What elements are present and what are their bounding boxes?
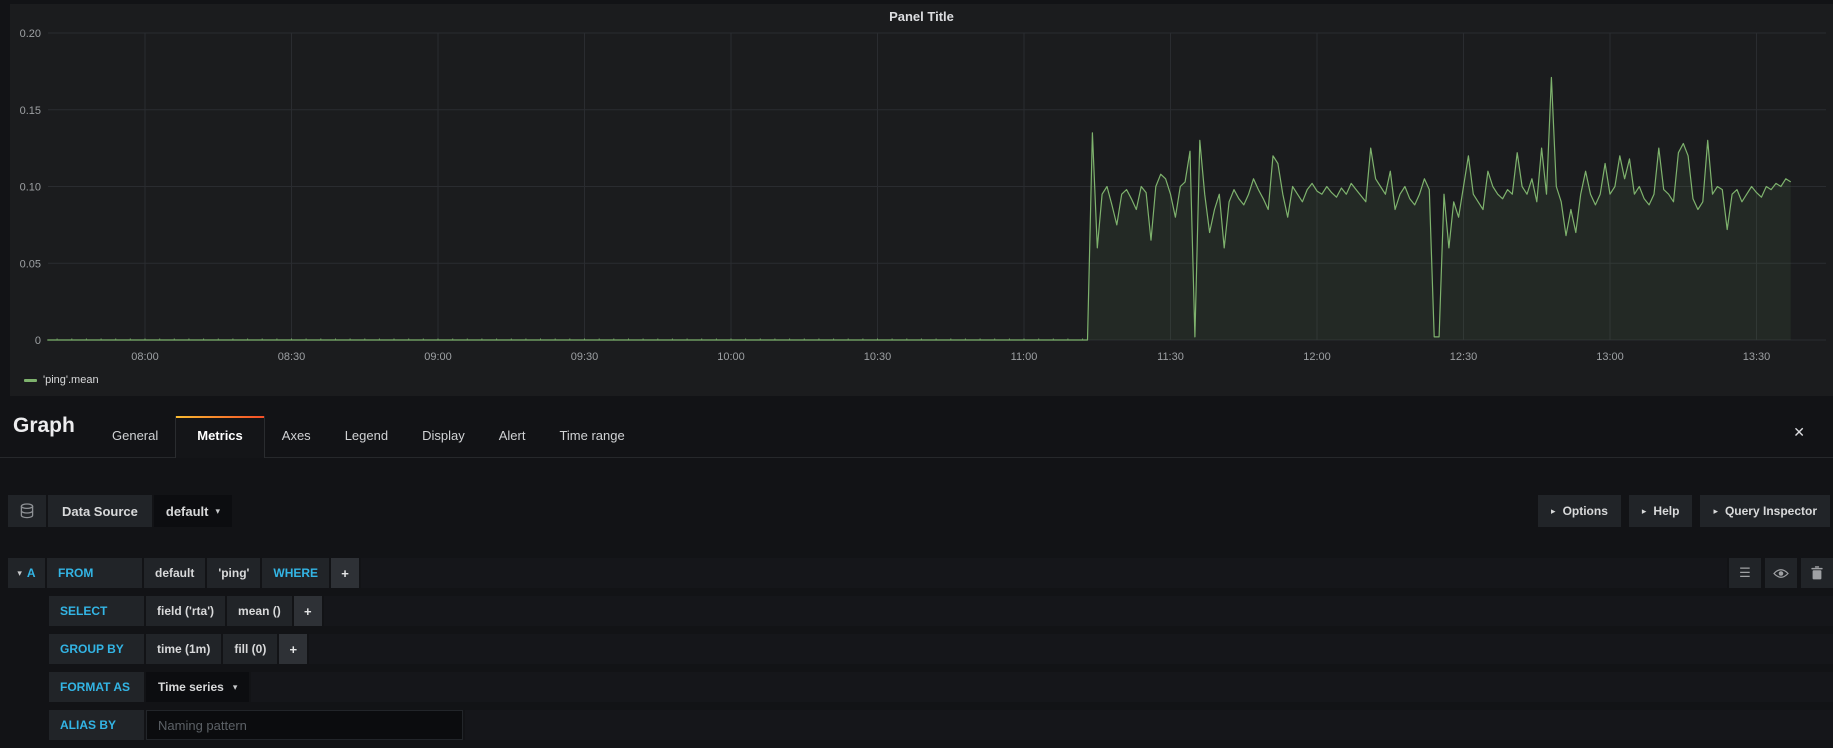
query-delete-trash-icon[interactable] (1801, 558, 1833, 588)
row-filler (309, 634, 1833, 664)
svg-text:10:00: 10:00 (717, 351, 745, 363)
legend: 'ping'.mean (24, 374, 99, 386)
editor-tabs: General Metrics Axes Legend Display Aler… (95, 416, 642, 457)
help-button-label: Help (1653, 504, 1679, 518)
group-by-label: GROUP BY (49, 634, 144, 664)
add-where-condition-button[interactable]: + (331, 558, 359, 588)
row-filler (251, 672, 1833, 702)
tab-alert[interactable]: Alert (482, 416, 543, 457)
svg-text:13:30: 13:30 (1743, 351, 1771, 363)
graph-panel: Panel Title 08:0008:3009:0009:3010:0010:… (10, 4, 1833, 396)
query-row-format-as: FORMAT AS Time series ▾ (47, 672, 1833, 702)
database-icon (8, 495, 46, 527)
alias-by-input[interactable] (146, 710, 463, 740)
datasource-value: default (166, 504, 209, 519)
row-filler (324, 596, 1833, 626)
tab-axes[interactable]: Axes (265, 416, 328, 457)
query-inspector-button[interactable]: ▸ Query Inspector (1700, 495, 1830, 527)
where-keyword[interactable]: WHERE (262, 558, 329, 588)
query-row-actions: ☰ (1729, 558, 1833, 588)
query-row-select: SELECT field ('rta') mean () + (47, 596, 1833, 626)
toolbar-right-buttons: ▸ Options ▸ Help ▸ Query Inspector (1538, 495, 1830, 527)
add-select-part-button[interactable]: + (294, 596, 322, 626)
group-by-fill-part[interactable]: fill (0) (223, 634, 277, 664)
chevron-right-icon: ▸ (1642, 506, 1647, 517)
row-filler (361, 558, 1727, 588)
chevron-right-icon: ▸ (1713, 506, 1718, 517)
tab-metrics[interactable]: Metrics (175, 416, 265, 458)
format-as-select[interactable]: Time series ▾ (146, 672, 249, 702)
svg-text:0.20: 0.20 (20, 28, 41, 40)
svg-text:09:30: 09:30 (571, 351, 599, 363)
chevron-down-icon: ▾ (17, 568, 22, 579)
legend-color-swatch (24, 379, 37, 382)
chevron-right-icon: ▸ (1551, 506, 1556, 517)
panel-type-title: Graph (13, 414, 75, 438)
tab-legend[interactable]: Legend (328, 416, 405, 457)
close-icon[interactable]: ✕ (1793, 424, 1805, 441)
timeseries-chart[interactable]: 08:00 08:30 09:00 09:30 10:00 10:30 11:00 11:30… (10, 4, 1833, 369)
datasource-select[interactable]: default ▾ (154, 495, 232, 527)
query-row-alias-by: ALIAS BY (47, 710, 1833, 740)
svg-text:0.15: 0.15 (20, 105, 41, 117)
from-measurement-policy[interactable]: default (144, 558, 205, 588)
legend-series-label[interactable]: 'ping'.mean (43, 374, 99, 386)
select-field-part[interactable]: field ('rta') (146, 596, 225, 626)
query-collapse-toggle[interactable]: ▾ A (8, 558, 45, 588)
options-button-label: Options (1563, 504, 1608, 518)
svg-text:08:00: 08:00 (131, 351, 159, 363)
add-group-by-part-button[interactable]: + (279, 634, 307, 664)
format-as-value: Time series (158, 680, 224, 694)
group-by-time-part[interactable]: time (1m) (146, 634, 221, 664)
panel-editor-tabbar: Graph General Metrics Axes Legend Displa… (0, 400, 1833, 458)
query-row-group-by: GROUP BY time (1m) fill (0) + (47, 634, 1833, 664)
svg-text:11:00: 11:00 (1011, 351, 1038, 363)
options-button[interactable]: ▸ Options (1538, 495, 1621, 527)
alias-by-label: ALIAS BY (49, 710, 144, 740)
datasource-label: Data Source (48, 495, 152, 527)
tab-time-range[interactable]: Time range (542, 416, 641, 457)
query-visibility-eye-icon[interactable] (1765, 558, 1797, 588)
svg-text:11:30: 11:30 (1157, 351, 1184, 363)
svg-text:13:00: 13:00 (1596, 351, 1624, 363)
tab-general[interactable]: General (95, 416, 175, 457)
query-inspector-button-label: Query Inspector (1725, 504, 1817, 518)
select-label: SELECT (49, 596, 144, 626)
format-as-label: FORMAT AS (49, 672, 144, 702)
tab-display[interactable]: Display (405, 416, 482, 457)
query-ref-letter: A (27, 566, 36, 580)
from-measurement[interactable]: 'ping' (207, 558, 260, 588)
datasource-toolbar: Data Source default ▾ ▸ Options ▸ Help ▸… (8, 495, 1833, 527)
svg-text:0.05: 0.05 (20, 258, 41, 270)
svg-text:10:30: 10:30 (864, 351, 892, 363)
svg-text:0: 0 (35, 335, 41, 347)
chevron-down-icon: ▾ (233, 682, 238, 693)
select-mean-part[interactable]: mean () (227, 596, 292, 626)
chevron-down-icon: ▾ (216, 506, 221, 517)
help-button[interactable]: ▸ Help (1629, 495, 1693, 527)
from-label: FROM (47, 558, 142, 588)
svg-text:12:00: 12:00 (1303, 351, 1331, 363)
query-row-from: ▾ A FROM default 'ping' WHERE + ☰ (8, 558, 1833, 588)
svg-text:0.10: 0.10 (20, 182, 41, 194)
svg-text:09:00: 09:00 (424, 351, 452, 363)
svg-text:12:30: 12:30 (1450, 351, 1478, 363)
row-filler (465, 710, 1833, 740)
query-menu-icon[interactable]: ☰ (1729, 558, 1761, 588)
svg-text:08:30: 08:30 (278, 351, 306, 363)
